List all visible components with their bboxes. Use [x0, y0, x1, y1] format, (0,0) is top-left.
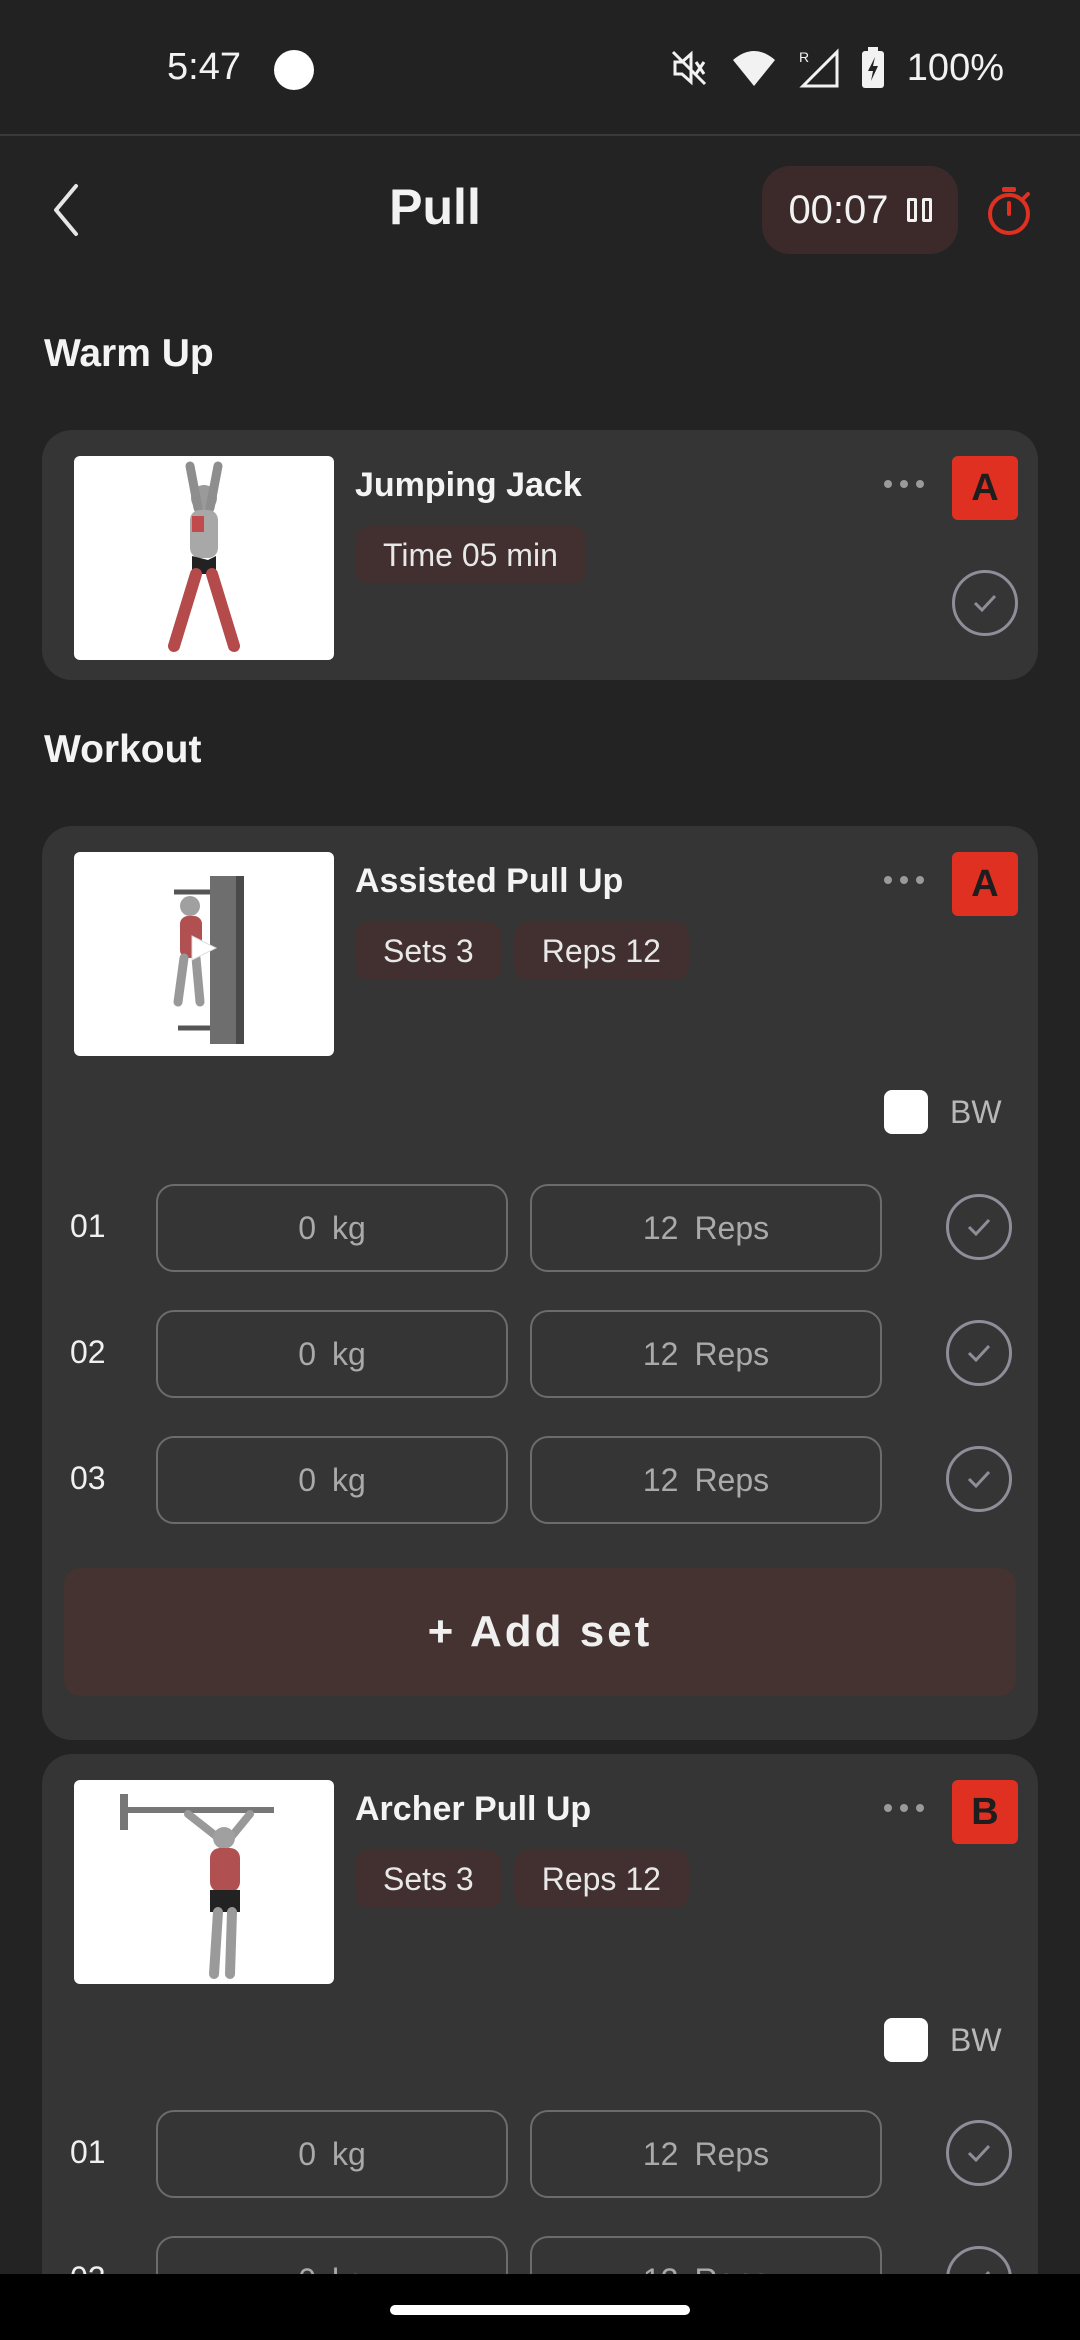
reps-value: 12 — [642, 2135, 679, 2172]
checkmark-icon — [967, 1218, 991, 1237]
set-complete-button[interactable] — [946, 1194, 1012, 1260]
set-number: 01 — [70, 2134, 106, 2170]
exercise-thumbnail[interactable] — [74, 852, 334, 1056]
more-options-icon[interactable] — [884, 876, 924, 886]
superset-badge: A — [952, 852, 1018, 916]
reps-chip: Reps 12 — [513, 1850, 689, 1908]
warmup-section-title: Warm Up — [44, 332, 214, 375]
weight-input[interactable]: 0 kg — [156, 1184, 508, 1272]
sets-chip: Sets 3 — [355, 922, 502, 980]
checkmark-icon — [973, 594, 997, 613]
reps-unit: Reps — [694, 1461, 770, 1498]
set-complete-button[interactable] — [946, 1320, 1012, 1386]
home-gesture-handle[interactable] — [390, 2305, 690, 2315]
battery-percent: 100% — [906, 46, 1004, 89]
exercise-thumbnail[interactable] — [74, 456, 334, 660]
status-time: 5:47 — [167, 46, 241, 88]
set-row: 01 0 kg 12 Reps — [42, 1184, 1038, 1272]
weight-unit: kg — [332, 1461, 366, 1498]
workout-timer[interactable]: 00:07 — [762, 166, 958, 254]
workout-section-title: Workout — [44, 728, 202, 771]
weight-unit: kg — [332, 2135, 366, 2172]
weight-unit: kg — [332, 1209, 366, 1246]
jumping-jack-figure — [168, 461, 240, 652]
weight-value: 0 — [298, 1461, 316, 1498]
wifi-icon — [732, 51, 775, 86]
exercise-name: Jumping Jack — [355, 466, 582, 504]
bodyweight-toggle[interactable]: BW — [884, 1090, 1002, 1134]
status-bar: 5:47 R 100% — [0, 0, 1080, 136]
set-row: 01 0 kg 12 Reps — [42, 2110, 1038, 2198]
more-options-icon[interactable] — [884, 480, 924, 490]
reps-value: 12 — [642, 1335, 679, 1372]
timer-text: 00:07 — [788, 187, 889, 232]
checkmark-icon — [967, 2144, 991, 2163]
exercise-name: Assisted Pull Up — [355, 862, 624, 900]
set-row: 02 0 kg 12 Reps — [42, 1310, 1038, 1398]
checkmark-icon — [967, 1344, 991, 1363]
reps-input[interactable]: 12 Reps — [530, 1436, 882, 1524]
workout-exercise-card[interactable]: Archer Pull Up Sets 3 Reps 12 B BW 01 0 … — [42, 1754, 1038, 2324]
reps-input[interactable]: 12 Reps — [530, 1184, 882, 1272]
svg-text:R: R — [799, 49, 809, 65]
weight-input[interactable]: 0 kg — [156, 1310, 508, 1398]
set-number: 02 — [70, 1334, 106, 1370]
reps-unit: Reps — [694, 1335, 770, 1372]
weight-unit: kg — [332, 1335, 366, 1372]
reps-value: 12 — [642, 1209, 679, 1246]
reps-value: 12 — [642, 1461, 679, 1498]
more-options-icon[interactable] — [884, 1804, 924, 1814]
weight-input[interactable]: 0 kg — [156, 2110, 508, 2198]
checkmark-icon — [967, 1470, 991, 1489]
reps-unit: Reps — [694, 2135, 770, 2172]
set-complete-button[interactable] — [946, 2120, 1012, 2186]
workout-exercise-card[interactable]: Assisted Pull Up Sets 3 Reps 12 A BW 01 … — [42, 826, 1038, 1740]
time-chip: Time 05 min — [355, 526, 586, 584]
assisted-pull-up-figure — [173, 876, 244, 1044]
reps-input[interactable]: 12 Reps — [530, 1310, 882, 1398]
reps-unit: Reps — [694, 1209, 770, 1246]
bodyweight-toggle[interactable]: BW — [884, 2018, 1002, 2062]
bodyweight-checkbox[interactable] — [884, 1090, 928, 1134]
set-row: 03 0 kg 12 Reps — [42, 1436, 1038, 1524]
mute-icon — [671, 50, 706, 86]
status-icons: R 100% — [669, 44, 1004, 92]
sets-chip: Sets 3 — [355, 1850, 502, 1908]
weight-input[interactable]: 0 kg — [156, 1436, 508, 1524]
pause-icon[interactable] — [906, 198, 932, 222]
superset-badge: A — [952, 456, 1018, 520]
bodyweight-label: BW — [950, 2021, 1002, 2058]
add-set-button[interactable]: + Add set — [64, 1568, 1016, 1696]
reps-input[interactable]: 12 Reps — [530, 2110, 882, 2198]
set-number: 01 — [70, 1208, 106, 1244]
notification-dot-icon — [274, 50, 314, 90]
complete-check-button[interactable] — [952, 570, 1018, 636]
warmup-exercise-card[interactable]: Jumping Jack Time 05 min A — [42, 430, 1038, 680]
weight-value: 0 — [298, 1209, 316, 1246]
reps-chip: Reps 12 — [513, 922, 689, 980]
exercise-thumbnail[interactable] — [74, 1780, 334, 1984]
set-number: 03 — [70, 1460, 106, 1496]
superset-badge: B — [952, 1780, 1018, 1844]
weight-value: 0 — [298, 2135, 316, 2172]
exercise-name: Archer Pull Up — [355, 1790, 592, 1828]
signal-icon: R — [799, 48, 839, 88]
battery-icon — [861, 47, 884, 88]
bodyweight-checkbox[interactable] — [884, 2018, 928, 2062]
page-title: Pull — [389, 179, 481, 235]
stopwatch-icon[interactable] — [986, 186, 1032, 236]
weight-value: 0 — [298, 1335, 316, 1372]
archer-pull-up-figure — [120, 1794, 274, 1979]
set-complete-button[interactable] — [946, 1446, 1012, 1512]
bodyweight-label: BW — [950, 1093, 1002, 1130]
